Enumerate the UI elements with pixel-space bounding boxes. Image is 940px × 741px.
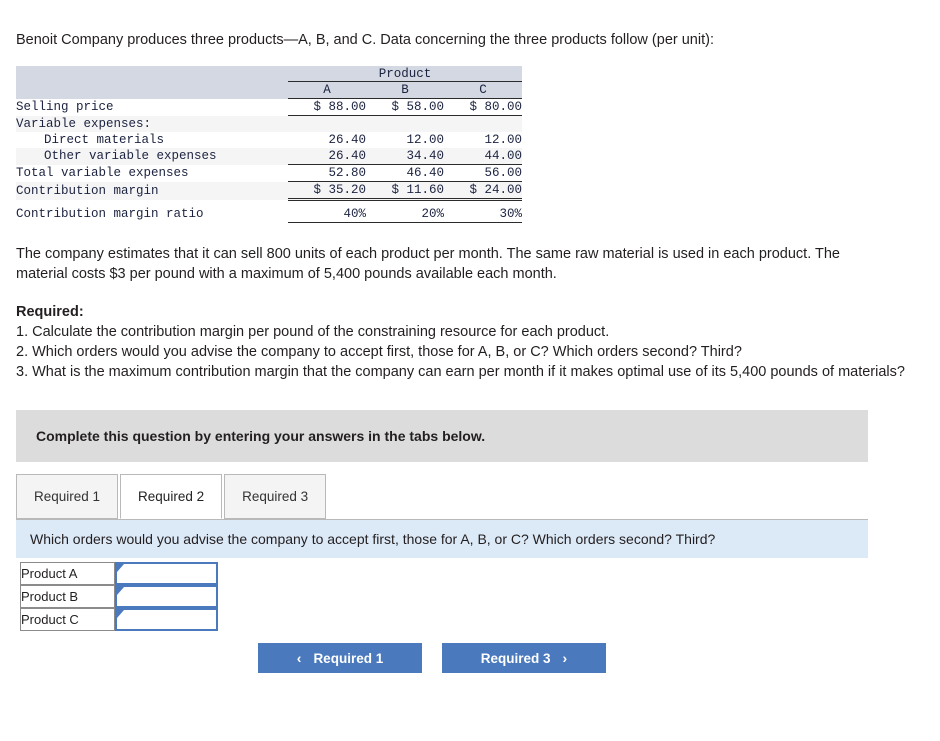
- required-item-1: 1. Calculate the contribution margin per…: [16, 324, 610, 340]
- row-value-a: 52.80: [288, 164, 366, 182]
- column-header-c: C: [444, 81, 522, 99]
- row-value-c: 12.00: [484, 133, 522, 147]
- row-value-c: 30%: [444, 206, 522, 223]
- row-value-a: $ 35.20: [288, 181, 366, 201]
- answer-row-label-product-a: Product A: [20, 562, 115, 585]
- row-value-a: 26.40: [328, 133, 366, 147]
- estimate-line-2: material costs $3 per pound with a maxim…: [16, 266, 557, 282]
- required-heading: Required:: [16, 304, 84, 320]
- row-value-c: [444, 116, 522, 133]
- tab-required-3[interactable]: Required 3: [224, 474, 327, 519]
- chevron-right-icon: ›: [562, 650, 568, 666]
- answer-row-label-product-b: Product B: [20, 585, 115, 608]
- table-row: Total variable expenses 52.80 46.40 56.0…: [16, 164, 522, 182]
- table-row: Contribution margin ratio 40% 20% 30%: [16, 206, 522, 223]
- tab-required-1[interactable]: Required 1: [16, 474, 119, 519]
- row-label: Contribution margin ratio: [16, 207, 204, 222]
- required-item-2: 2. Which orders would you advise the com…: [16, 344, 742, 360]
- column-header-b: B: [366, 81, 444, 99]
- required-item-3: 3. What is the maximum contribution marg…: [16, 364, 905, 380]
- product-data-table: Product A B C Selling price $ 88.00 $ 58…: [16, 66, 522, 223]
- question-bar: Which orders would you advise the compan…: [16, 519, 868, 558]
- chevron-left-icon: ‹: [296, 650, 302, 666]
- group-header-product: Product: [288, 66, 522, 82]
- estimate-paragraph: The company estimates that it can sell 8…: [16, 244, 916, 284]
- row-value-c: $ 24.00: [444, 181, 522, 201]
- table-row: Variable expenses:: [16, 115, 522, 133]
- row-value-a: 40%: [288, 206, 366, 223]
- intro-text: Benoit Company produces three products—A…: [16, 32, 714, 48]
- row-label: Contribution margin: [16, 183, 159, 198]
- table-row: Other variable expenses 26.40 34.40 44.0…: [16, 148, 522, 165]
- product-data-table-wrap: Product A B C Selling price $ 88.00 $ 58…: [16, 66, 522, 223]
- row-label: Total variable expenses: [16, 166, 189, 180]
- answer-input-product-c[interactable]: [117, 610, 216, 629]
- answer-input-cell-product-c[interactable]: [115, 608, 218, 631]
- next-required-button-label: Required 3: [480, 650, 551, 666]
- table-row: Contribution margin $ 35.20 $ 11.60 $ 24…: [16, 181, 522, 201]
- estimate-line-1: The company estimates that it can sell 8…: [16, 246, 840, 262]
- instruction-banner: Complete this question by entering your …: [16, 410, 868, 462]
- requirement-tabs: Required 1 Required 2 Required 3: [16, 473, 868, 519]
- required-section: Required: 1. Calculate the contribution …: [16, 302, 916, 382]
- answer-input-product-b[interactable]: [117, 587, 216, 606]
- table-row: Product C: [20, 608, 218, 631]
- answer-table: Product A Product B Product C: [20, 562, 218, 631]
- table-group-header-row: Product: [16, 66, 522, 82]
- column-header-a: A: [288, 81, 366, 99]
- row-value-b: 12.00: [406, 133, 444, 147]
- table-row: Product B: [20, 585, 218, 608]
- row-value-c: 56.00: [444, 164, 522, 182]
- table-row: Product A: [20, 562, 218, 585]
- instruction-banner-text: Complete this question by entering your …: [36, 428, 486, 444]
- row-value-b: 46.40: [366, 164, 444, 182]
- answer-input-cell-product-b[interactable]: [115, 585, 218, 608]
- answer-input-product-a[interactable]: [117, 564, 216, 583]
- question-bar-text: Which orders would you advise the compan…: [30, 531, 716, 547]
- row-label: Other variable expenses: [44, 149, 217, 164]
- row-value-b: 20%: [366, 206, 444, 223]
- answer-table-wrap: Product A Product B Product C: [20, 562, 218, 631]
- answer-table-body: Product A Product B Product C: [20, 562, 218, 631]
- next-required-button[interactable]: Required 3 ›: [442, 643, 606, 673]
- answer-row-label-product-c: Product C: [20, 608, 115, 631]
- row-label: Direct materials: [44, 133, 165, 147]
- group-header-spacer: [16, 66, 288, 82]
- row-value-b: 34.40: [366, 148, 444, 165]
- table-column-header-row: A B C: [16, 81, 522, 99]
- row-value-c: 44.00: [444, 148, 522, 165]
- question-page: Benoit Company produces three products—A…: [0, 0, 940, 741]
- table-row: Direct materials 26.40 12.00 12.00: [16, 132, 522, 148]
- row-value-c: $ 80.00: [444, 98, 522, 116]
- row-value-a: $ 88.00: [288, 98, 366, 116]
- prev-required-button-label: Required 1: [313, 650, 384, 666]
- column-header-spacer: [16, 81, 288, 99]
- table-row: Selling price $ 88.00 $ 58.00 $ 80.00: [16, 98, 522, 116]
- row-value-b: [366, 116, 444, 133]
- product-data-table-body: Product A B C Selling price $ 88.00 $ 58…: [16, 66, 522, 223]
- row-value-a: [288, 116, 366, 133]
- prev-required-button[interactable]: ‹ Required 1: [258, 643, 422, 673]
- row-label: Variable expenses:: [16, 116, 152, 131]
- answer-input-cell-product-a[interactable]: [115, 562, 218, 585]
- row-value-b: $ 11.60: [366, 181, 444, 201]
- row-value-a: 26.40: [288, 148, 366, 165]
- row-value-b: $ 58.00: [366, 98, 444, 116]
- navigation-buttons: ‹ Required 1 Required 3 ›: [258, 643, 606, 673]
- row-label: Selling price: [16, 100, 114, 114]
- tab-required-2[interactable]: Required 2: [120, 474, 223, 519]
